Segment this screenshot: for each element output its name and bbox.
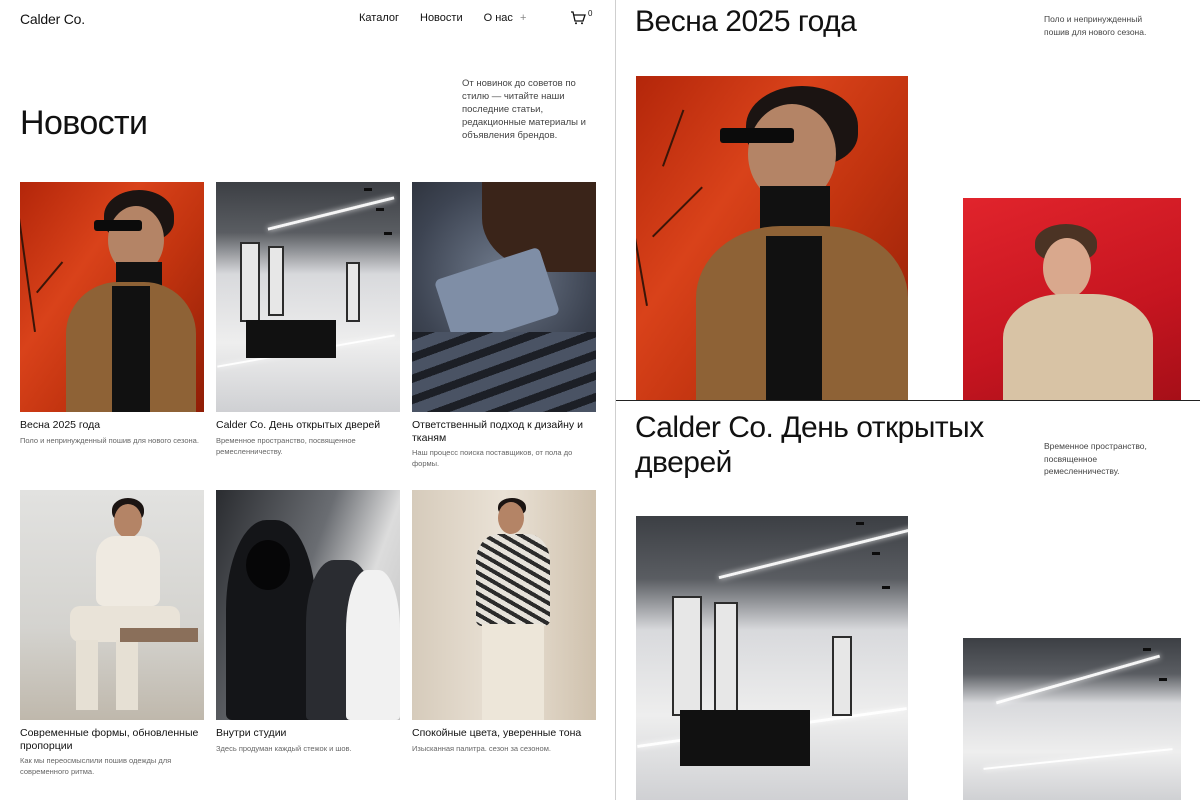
article-detail-secondary-image[interactable]: [963, 198, 1181, 400]
page-title: Новости: [20, 104, 148, 142]
article-title[interactable]: Весна 2025 года: [20, 419, 204, 432]
news-card[interactable]: Ответственный подход к дизайну и тканям …: [412, 182, 596, 469]
article-desc: Временное пространство, посвященное реме…: [216, 435, 356, 456]
news-card[interactable]: Весна 2025 года Поло и непринужденный по…: [20, 182, 204, 446]
article-detail-openday: Calder Co. День открытых дверей Временно…: [616, 401, 1200, 800]
article-detail-hero-image[interactable]: [636, 516, 908, 800]
article-title[interactable]: Calder Co. День открытых дверей: [216, 419, 400, 432]
nav-item-about-label: О нас: [483, 12, 513, 24]
article-image-spring[interactable]: [20, 182, 204, 412]
article-detail-spring: Весна 2025 года Поло и непринужденный по…: [616, 0, 1200, 400]
cart-button[interactable]: 0: [570, 9, 596, 27]
article-image-openday[interactable]: [216, 182, 400, 412]
article-detail-hero-image[interactable]: [636, 76, 908, 400]
article-desc: Наш процесс поиска поставщиков, от пола …: [412, 448, 573, 468]
article-detail-desc: Поло и непринужденный пошив для нового с…: [1044, 14, 1147, 37]
article-detail-title: Весна 2025 года: [635, 5, 857, 38]
article-title[interactable]: Современные формы, обновленные пропорции: [20, 727, 204, 752]
news-card[interactable]: Calder Co. День открытых дверей Временно…: [216, 182, 400, 457]
article-image-studio[interactable]: [216, 490, 400, 720]
cart-icon: [571, 11, 586, 25]
article-desc: Поло и непринужденный пошив для нового с…: [20, 435, 199, 445]
article-image-calm-colors[interactable]: [412, 490, 596, 720]
article-image-modern-forms[interactable]: [20, 490, 204, 720]
article-desc: Изысканная палитра. сезон за сезоном.: [412, 743, 551, 753]
article-title[interactable]: Внутри студии: [216, 727, 400, 740]
article-title[interactable]: Ответственный подход к дизайну и тканям: [412, 419, 596, 444]
brand-logo[interactable]: Calder Co.: [20, 11, 85, 27]
article-detail-secondary-image[interactable]: [963, 638, 1181, 800]
article-title[interactable]: Спокойные цвета, уверенные тона: [412, 727, 596, 740]
news-card[interactable]: Внутри студии Здесь продуман каждый стеж…: [216, 490, 400, 754]
page-intro: От новинок до советов по стилю — читайте…: [462, 78, 586, 141]
news-card[interactable]: Спокойные цвета, уверенные тона Изысканн…: [412, 490, 596, 754]
news-card[interactable]: Современные формы, обновленные пропорции…: [20, 490, 204, 777]
article-detail-title: Calder Co. День открытых дверей: [635, 411, 984, 479]
nav-item-news[interactable]: Новости: [420, 12, 463, 24]
article-detail-desc: Временное пространство, посвященное реме…: [1044, 441, 1147, 476]
article-desc: Здесь продуман каждый стежок и шов.: [216, 743, 352, 753]
cart-count: 0: [588, 9, 593, 18]
nav-item-catalog[interactable]: Каталог: [359, 12, 399, 24]
nav-item-about[interactable]: О нас +: [484, 12, 527, 24]
article-image-fabric[interactable]: [412, 182, 596, 412]
plus-icon: +: [519, 12, 527, 24]
news-page: Calder Co. Каталог Новости О нас + 0 Нов…: [0, 0, 615, 800]
article-desc: Как мы переосмыслили пошив одежды для со…: [20, 756, 172, 776]
main-nav: Каталог Новости О нас +: [359, 12, 526, 24]
